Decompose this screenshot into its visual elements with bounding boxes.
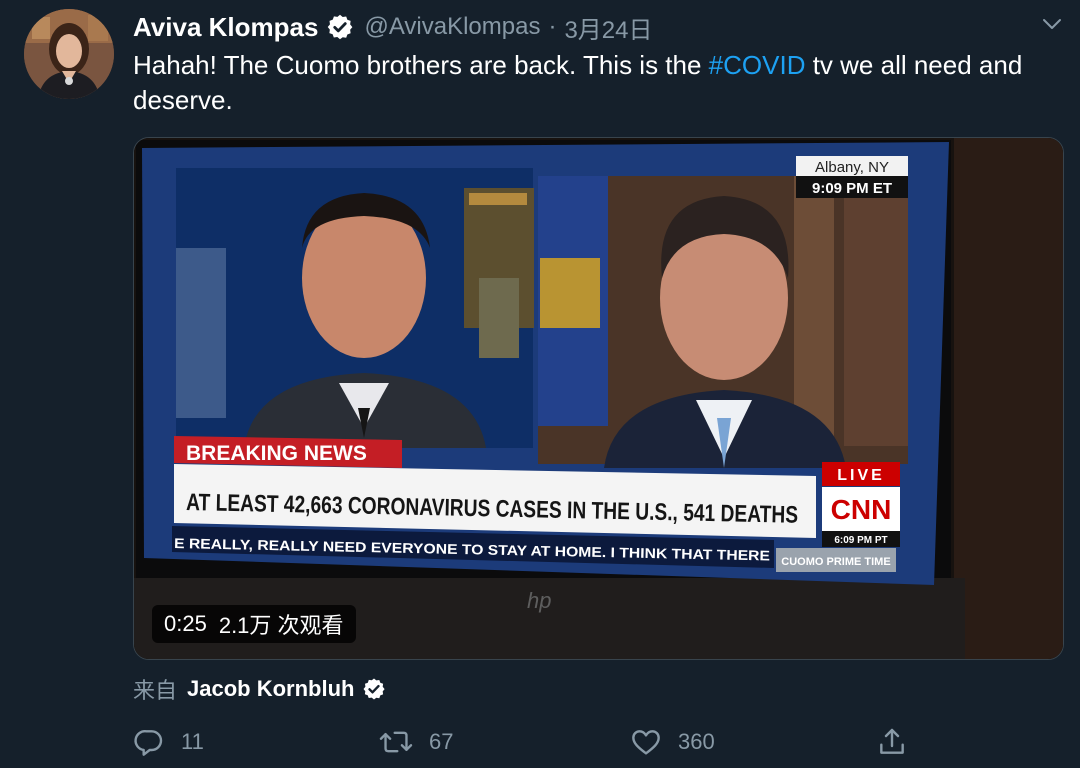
chevron-down-icon[interactable]: [1040, 12, 1064, 41]
live-badge: LIVE: [837, 467, 885, 484]
like-icon: [632, 730, 660, 755]
tweet-header: Aviva Klompas @AvivaKlompas · 3月24日: [133, 10, 653, 44]
source-prefix: 来自: [133, 678, 178, 703]
tweet-text-part: Hahah! The Cuomo brothers are back. This…: [133, 50, 709, 80]
retweet-button[interactable]: 67: [379, 722, 453, 762]
tweet-text: Hahah! The Cuomo brothers are back. This…: [133, 48, 1053, 118]
reply-count: 11: [181, 729, 204, 754]
retweet-count: 67: [429, 729, 454, 754]
view-count: 2.1万 次观看: [218, 613, 344, 638]
time-pt-label: 6:09 PM PT: [834, 535, 887, 546]
verified-badge-icon: [362, 677, 386, 701]
separator-dot: ·: [548, 13, 557, 40]
author-handle[interactable]: @AvivaKlompas: [364, 13, 540, 41]
video-frame: hp Albany, NY 9:09 PM ET BREAKING NEWS A…: [134, 138, 1063, 659]
share-button[interactable]: [876, 722, 908, 762]
location-label: Albany, NY: [815, 159, 889, 176]
hashtag-link[interactable]: #COVID: [709, 50, 806, 80]
video-info-badge: 0:25 2.1万 次观看: [152, 605, 356, 643]
tweet-date[interactable]: 3月24日: [564, 10, 652, 45]
retweet-icon: [379, 731, 413, 753]
video-source: 来自 Jacob Kornbluh: [133, 673, 386, 705]
author-avatar[interactable]: [24, 9, 114, 99]
video-duration: 0:25: [164, 611, 207, 636]
avatar-image: [24, 9, 114, 99]
share-icon: [880, 728, 904, 754]
tv-brand-logo: hp: [527, 588, 551, 613]
cnn-logo: CNN: [831, 494, 892, 525]
reply-button[interactable]: 11: [133, 722, 204, 762]
show-name: CUOMO PRIME TIME: [781, 556, 890, 568]
video-player[interactable]: hp Albany, NY 9:09 PM ET BREAKING NEWS A…: [133, 137, 1064, 660]
tweet-actions: 11 67 360: [133, 722, 1013, 762]
reply-icon: [134, 730, 163, 756]
breaking-news-label: BREAKING NEWS: [186, 442, 367, 465]
time-et-label: 9:09 PM ET: [812, 180, 892, 197]
verified-badge-icon: [326, 13, 354, 41]
like-count: 360: [678, 729, 715, 754]
author-name[interactable]: Aviva Klompas: [133, 12, 318, 43]
source-author-link[interactable]: Jacob Kornbluh: [187, 676, 354, 702]
like-button[interactable]: 360: [630, 722, 715, 762]
